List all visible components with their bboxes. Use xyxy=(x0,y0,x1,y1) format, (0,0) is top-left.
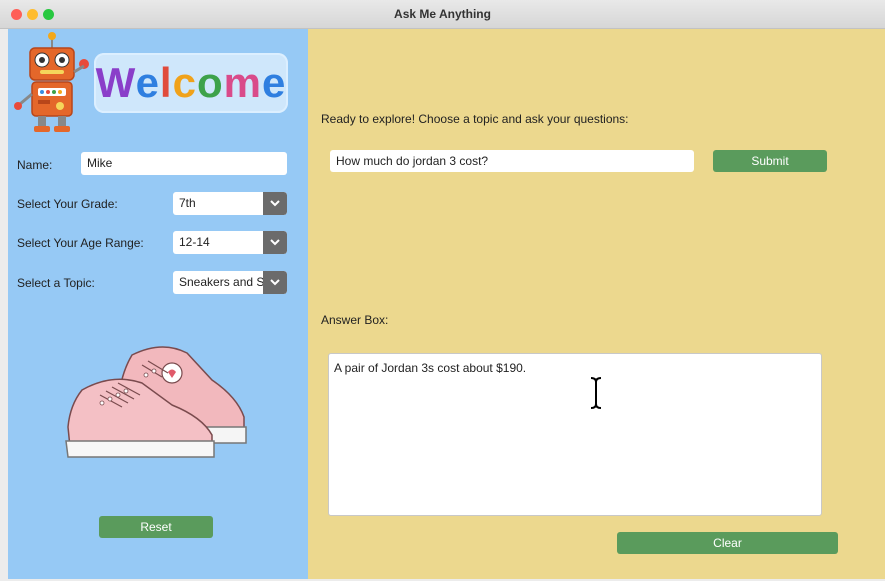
grade-select[interactable]: 7th xyxy=(173,192,287,215)
answer-box[interactable]: A pair of Jordan 3s cost about $190. xyxy=(328,353,822,516)
prompt-text: Ready to explore! Choose a topic and ask… xyxy=(321,112,629,126)
name-label: Name: xyxy=(17,158,53,172)
app-window: Ask Me Anything Welcome Name: Mike Selec… xyxy=(0,0,885,581)
grade-select-value: 7th xyxy=(179,196,196,210)
topic-select-value: Sneakers and S xyxy=(179,275,265,289)
age-select-value: 12-14 xyxy=(179,235,210,249)
name-field[interactable]: Mike xyxy=(81,152,287,175)
robot-icon xyxy=(14,32,89,132)
clear-button[interactable]: Clear xyxy=(617,532,838,554)
question-input[interactable]: How much do jordan 3 cost? xyxy=(330,150,694,172)
welcome-banner: Welcome xyxy=(94,53,288,113)
topic-select[interactable]: Sneakers and S xyxy=(173,271,287,294)
grade-label: Select Your Grade: xyxy=(17,197,118,211)
sneakers-image xyxy=(65,346,247,458)
welcome-letter: m xyxy=(223,59,262,106)
topic-label: Select a Topic: xyxy=(17,276,95,290)
welcome-title: Welcome xyxy=(94,59,288,107)
submit-button[interactable]: Submit xyxy=(713,150,827,172)
answer-box-label: Answer Box: xyxy=(321,313,389,327)
welcome-letter: e xyxy=(261,59,287,106)
age-select[interactable]: 12-14 xyxy=(173,231,287,254)
welcome-letter: o xyxy=(196,59,224,106)
chevron-down-icon[interactable] xyxy=(263,271,287,294)
answer-text: A pair of Jordan 3s cost about $190. xyxy=(334,361,527,375)
welcome-letter: l xyxy=(159,59,173,106)
welcome-letter: c xyxy=(172,59,197,106)
chevron-down-icon[interactable] xyxy=(263,231,287,254)
welcome-letter: e xyxy=(135,59,160,106)
text-cursor-icon xyxy=(590,377,602,409)
window-title: Ask Me Anything xyxy=(394,7,491,21)
reset-button[interactable]: Reset xyxy=(99,516,213,538)
welcome-letter: W xyxy=(95,59,136,106)
title-bar: Ask Me Anything xyxy=(0,0,885,29)
age-label: Select Your Age Range: xyxy=(17,236,144,250)
chevron-down-icon[interactable] xyxy=(263,192,287,215)
